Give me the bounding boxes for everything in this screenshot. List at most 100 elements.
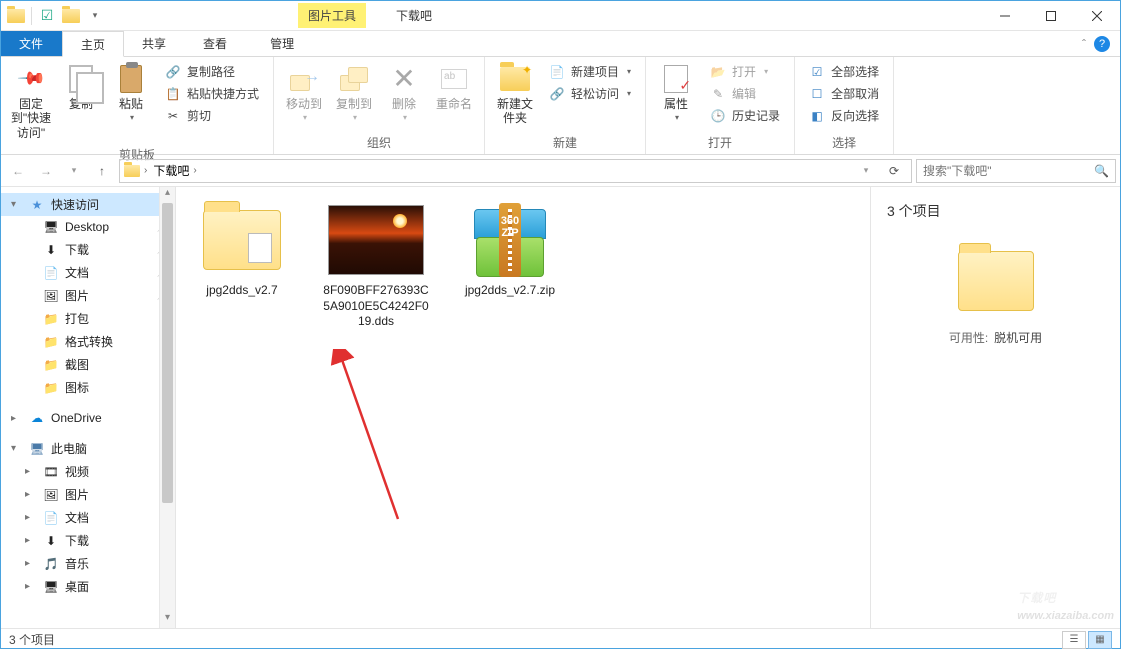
cut-button[interactable]: ✂剪切 xyxy=(161,105,263,126)
address-box[interactable]: › 下载吧› ▾ ⟳ xyxy=(119,159,912,183)
properties-button[interactable]: 属性▾ xyxy=(652,59,700,127)
sidebar-item-label: 截图 xyxy=(65,356,89,373)
title-bar: ☑ ▾ 图片工具 下载吧 xyxy=(1,1,1120,31)
tab-file[interactable]: 文件 xyxy=(1,31,62,56)
pin-to-quick-access-button[interactable]: 📌 固定到"快速访问" xyxy=(7,59,55,144)
help-icon[interactable]: ? xyxy=(1094,36,1110,52)
tab-manage[interactable]: 管理 xyxy=(252,31,313,56)
scroll-down-icon[interactable]: ▾ xyxy=(160,612,175,628)
sidebar-item[interactable]: ▸🖼图片 xyxy=(1,483,175,506)
forward-button[interactable]: → xyxy=(33,158,59,184)
new-item-label: 新建项目 xyxy=(571,63,619,80)
sidebar-item[interactable]: 🖼图片 xyxy=(1,284,175,307)
group-new: 新建文件夹 📄新建项目▾ 🔗轻松访问▾ 新建 xyxy=(485,57,646,154)
expand-icon[interactable]: ▸ xyxy=(11,413,23,424)
sidebar-quick-access[interactable]: ▾ ★ 快速访问 xyxy=(1,193,175,216)
move-to-button[interactable]: 移动到▾ xyxy=(280,59,328,127)
file-item-image[interactable]: 8F090BFF276393C5A9010E5C4242F019.dds xyxy=(320,201,432,330)
history-button[interactable]: 🕒历史记录 xyxy=(706,105,784,126)
sidebar-item-label: 图标 xyxy=(65,379,89,396)
divider xyxy=(31,7,32,25)
sidebar-item[interactable]: 📁 截图 xyxy=(1,353,175,376)
close-button[interactable] xyxy=(1074,1,1120,30)
main-area: ▾ ★ 快速访问 🖥Desktop⬇下载📄文档🖼图片📁打包📁格式转换 📁 截图 📁图标… xyxy=(1,187,1120,628)
quick-access-toolbar: ☑ ▾ xyxy=(1,5,110,27)
expand-icon[interactable]: ▾ xyxy=(11,443,23,454)
edit-label: 编辑 xyxy=(732,85,756,102)
sidebar-this-pc[interactable]: ▾ 🖥 此电脑 xyxy=(1,437,175,460)
delete-icon: ✕ xyxy=(392,62,415,96)
select-none-button[interactable]: ☐全部取消 xyxy=(805,83,883,104)
sidebar-item[interactable]: ▸🎞视频 xyxy=(1,460,175,483)
breadcrumb-segment[interactable]: 下载吧› xyxy=(151,162,198,179)
qat-folder-icon[interactable] xyxy=(5,5,27,27)
rename-button[interactable]: 重命名 xyxy=(430,59,478,115)
delete-button[interactable]: ✕删除▾ xyxy=(380,59,428,127)
expand-icon[interactable]: ▾ xyxy=(11,199,23,210)
sidebar-item[interactable]: 📁打包 xyxy=(1,307,175,330)
copy-button[interactable]: 复制 xyxy=(57,59,105,115)
search-input[interactable] xyxy=(923,164,1088,178)
edit-button[interactable]: ✎编辑 xyxy=(706,83,784,104)
sidebar-item[interactable]: 📁格式转换 xyxy=(1,330,175,353)
qat-dropdown-icon[interactable]: ▾ xyxy=(84,5,106,27)
back-button[interactable]: ← xyxy=(5,158,31,184)
new-item-button[interactable]: 📄新建项目▾ xyxy=(545,61,635,82)
tab-share[interactable]: 共享 xyxy=(124,31,185,56)
rename-icon xyxy=(441,69,467,89)
status-bar: 3 个项目 ☰ ▦ xyxy=(1,628,1120,650)
open-icon: 📂 xyxy=(710,64,726,80)
easy-access-button[interactable]: 🔗轻松访问▾ xyxy=(545,83,635,104)
file-list[interactable]: jpg2dds_v2.7 8F090BFF276393C5A9010E5C424… xyxy=(176,187,870,628)
copy-icon xyxy=(69,65,93,93)
copy-path-button[interactable]: 🔗复制路径 xyxy=(161,61,263,82)
copy-to-button[interactable]: 复制到▾ xyxy=(330,59,378,127)
up-button[interactable]: ↑ xyxy=(89,158,115,184)
scroll-up-icon[interactable]: ▴ xyxy=(160,187,175,203)
file-item-folder[interactable]: jpg2dds_v2.7 xyxy=(186,201,298,299)
address-dropdown-icon[interactable]: ▾ xyxy=(853,158,879,184)
icons-view-button[interactable]: ▦ xyxy=(1088,631,1112,649)
open-button[interactable]: 📂打开▾ xyxy=(706,61,784,82)
availability-value: 脱机可用 xyxy=(994,331,1042,345)
sidebar-item[interactable]: ▸🎵音乐 xyxy=(1,552,175,575)
minimize-button[interactable] xyxy=(982,1,1028,30)
sidebar-scrollbar[interactable]: ▴ ▾ xyxy=(159,187,175,628)
tab-view[interactable]: 查看 xyxy=(185,31,246,56)
sidebar-item[interactable]: ⬇下载 xyxy=(1,238,175,261)
recent-dropdown[interactable]: ▾ xyxy=(61,158,87,184)
sidebar-item[interactable]: ▸📄文档 xyxy=(1,506,175,529)
sidebar-item[interactable]: ▸⬇下载 xyxy=(1,529,175,552)
search-box[interactable]: 🔍 xyxy=(916,159,1116,183)
paste-button[interactable]: 粘贴▾ xyxy=(107,59,155,127)
maximize-button[interactable] xyxy=(1028,1,1074,30)
image-thumbnail xyxy=(328,205,424,275)
qat-new-folder-icon[interactable] xyxy=(60,5,82,27)
sidebar-item[interactable]: 🖥Desktop xyxy=(1,216,175,238)
new-folder-button[interactable]: 新建文件夹 xyxy=(491,59,539,130)
scrollbar-thumb[interactable] xyxy=(162,203,173,503)
select-none-label: 全部取消 xyxy=(831,85,879,102)
sidebar-item[interactable]: 📁图标 xyxy=(1,376,175,399)
qat-properties-icon[interactable]: ☑ xyxy=(36,5,58,27)
file-item-zip[interactable]: 360ZIP jpg2dds_v2.7.zip xyxy=(454,201,566,299)
view-toggle: ☰ ▦ xyxy=(1062,631,1112,649)
paste-shortcut-button[interactable]: 📋粘贴快捷方式 xyxy=(161,83,263,104)
availability-row: 可用性:脱机可用 xyxy=(887,329,1104,346)
folder-icon: 📁 xyxy=(43,357,59,373)
video-icon: 🎞 xyxy=(43,464,59,480)
tab-home[interactable]: 主页 xyxy=(62,31,124,57)
sidebar-onedrive[interactable]: ▸ ☁ OneDrive xyxy=(1,407,175,429)
window-title: 下载吧 xyxy=(396,7,432,24)
picture-icon: 🖼 xyxy=(43,487,59,503)
details-view-button[interactable]: ☰ xyxy=(1062,631,1086,649)
invert-selection-button[interactable]: ◧反向选择 xyxy=(805,105,883,126)
file-name: jpg2dds_v2.7.zip xyxy=(465,283,555,299)
select-all-button[interactable]: ☑全部选择 xyxy=(805,61,883,82)
sidebar-item[interactable]: 📄文档 xyxy=(1,261,175,284)
sidebar-item[interactable]: ▸🖥桌面 xyxy=(1,575,175,598)
refresh-button[interactable]: ⟳ xyxy=(881,158,907,184)
ribbon-collapse[interactable]: ˆ ? xyxy=(1072,31,1120,56)
copy-path-label: 复制路径 xyxy=(187,63,235,80)
breadcrumb-label: 下载吧 xyxy=(153,162,189,179)
